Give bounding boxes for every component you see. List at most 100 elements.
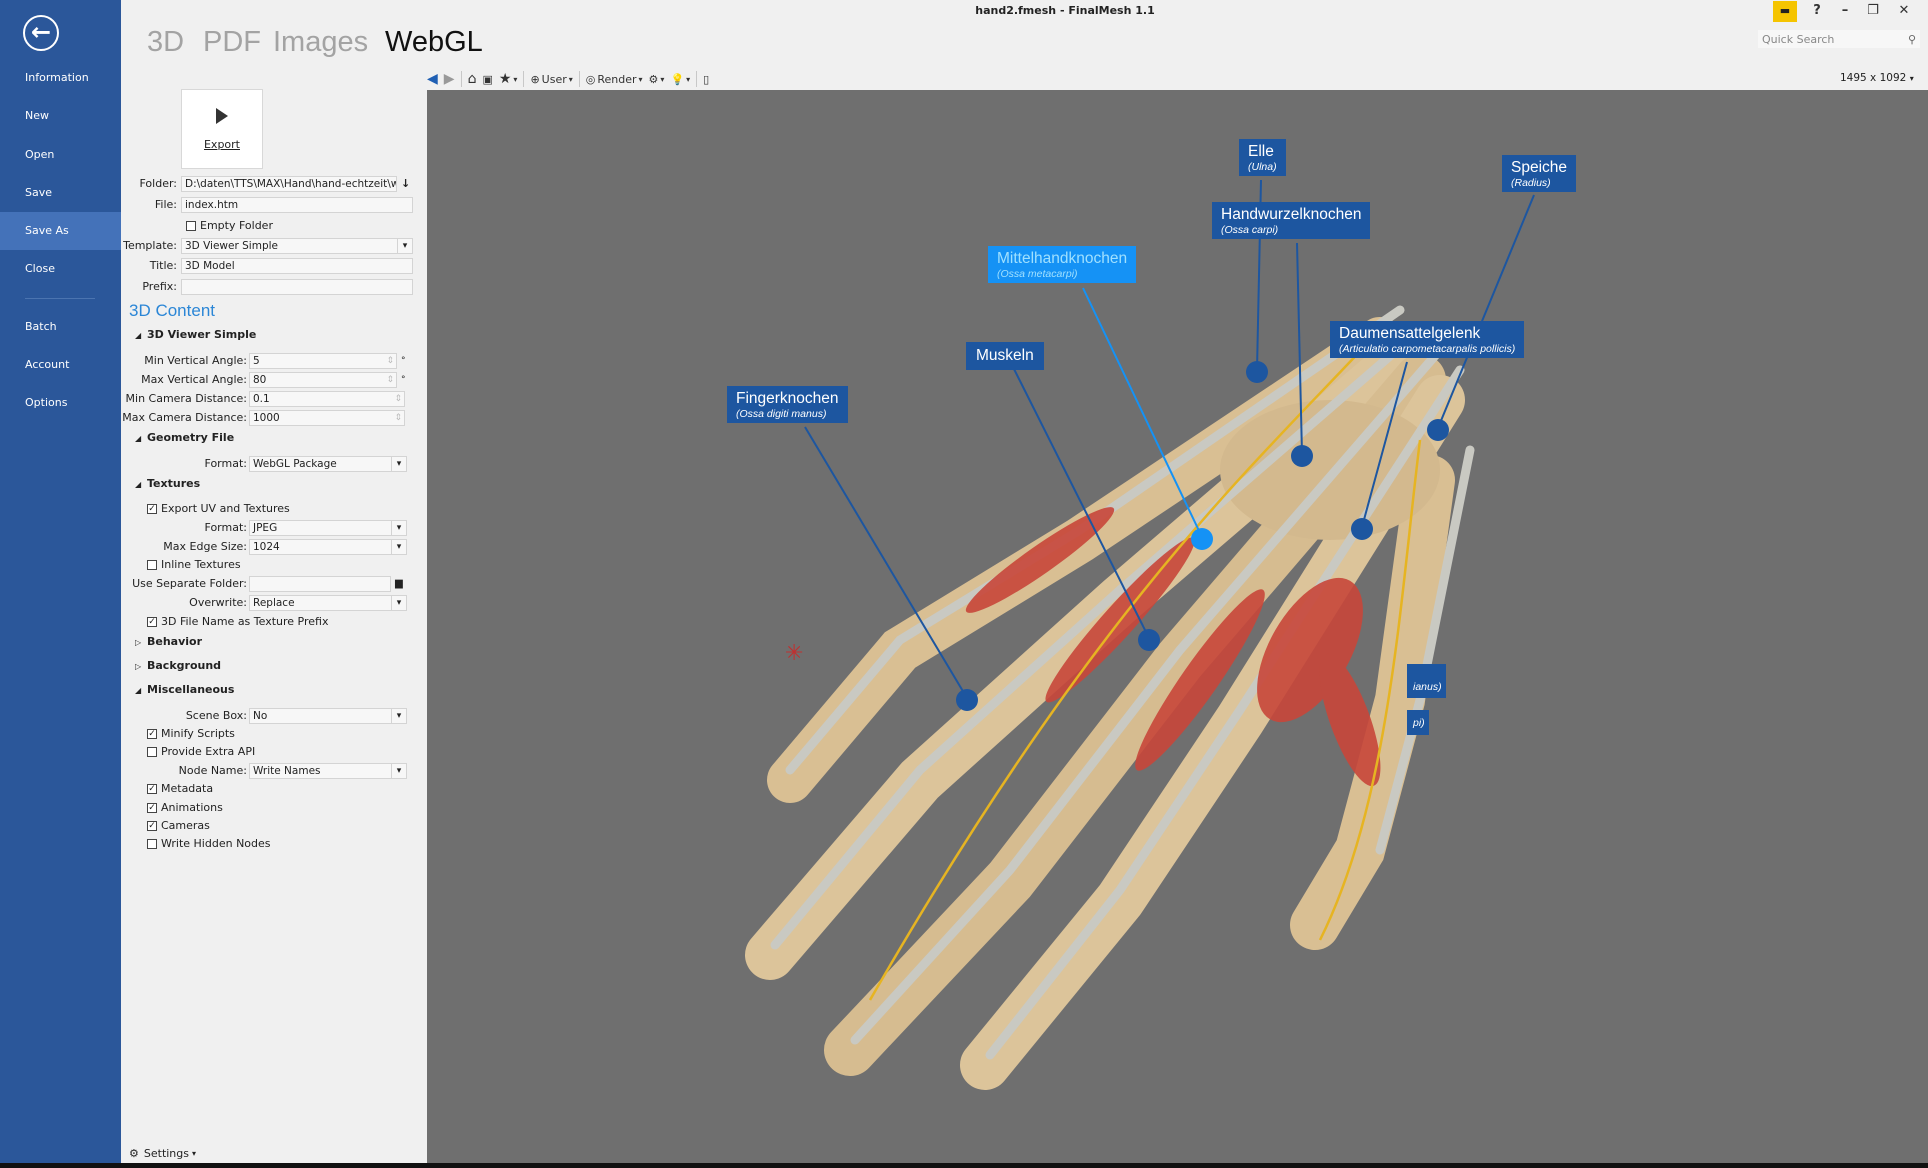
close-icon[interactable]: ✕ [1893, 3, 1915, 21]
help-icon[interactable]: ? [1806, 3, 1828, 21]
sidebar-item-label: Close [25, 262, 55, 275]
annotation-label-highlighted[interactable]: Mittelhandknochen (Ossa metacarpi) [988, 246, 1137, 283]
folder-input[interactable]: D:\daten\TTS\MAX\Hand\hand-echtzeit\wel [181, 175, 397, 192]
filmstrip-icon[interactable]: ▯ [703, 73, 709, 86]
play-icon [216, 108, 228, 124]
browse-down-arrow-icon[interactable]: ↓ [401, 177, 410, 190]
star-icon[interactable]: ★ ▾ [499, 71, 518, 87]
animations-checkbox[interactable]: ✓ [147, 802, 157, 813]
annotation-label[interactable]: Handwurzelknochen (Ossa carpi) [1212, 202, 1371, 239]
sidebar-item-account[interactable]: Account [0, 346, 121, 384]
section-heading-3d-content: 3D Content [129, 301, 215, 320]
tab-3d[interactable]: 3D [147, 26, 184, 59]
sphere-icon: ◎ [585, 72, 596, 86]
node-name-select[interactable]: Write Names [249, 762, 407, 779]
export-button[interactable]: Export [181, 89, 263, 169]
backstage-sidebar: ← Information New Open Save Save As Clos… [0, 0, 121, 1163]
hidden-nodes-label: Write Hidden Nodes [161, 837, 271, 850]
hand-model: ✳ [745, 179, 1535, 1090]
group-behavior[interactable]: ▷ Behavior [135, 635, 202, 648]
sidebar-item-new[interactable]: New [0, 97, 121, 135]
annotation-label[interactable]: Speiche (Radius) [1502, 155, 1577, 192]
cameras-checkbox[interactable]: ✓ [147, 820, 157, 831]
annotation-label-partial[interactable]: pi) [1407, 710, 1429, 735]
annotation-label[interactable]: Elle (Ulna) [1239, 139, 1286, 176]
unit-degree: ° [401, 355, 406, 366]
group-title: Miscellaneous [147, 683, 235, 696]
minimize-icon[interactable]: – [1834, 3, 1856, 21]
tab-images[interactable]: Images [273, 26, 368, 59]
sidebar-item-batch[interactable]: Batch [0, 308, 121, 346]
cameras-label: Cameras [161, 819, 210, 832]
sidebar-item-options[interactable]: Options [0, 384, 121, 422]
sidebar-item-label: Options [25, 396, 68, 409]
zoom-fit-icon[interactable]: ▣ [482, 73, 492, 86]
inline-textures-checkbox[interactable] [147, 559, 157, 570]
collapse-triangle-icon: ◢ [135, 686, 142, 695]
annotation-dot [1291, 445, 1313, 467]
sidebar-item-close[interactable]: Close [0, 250, 121, 288]
back-circle-icon[interactable]: ◀ [427, 71, 438, 87]
sidebar-item-save-as[interactable]: Save As [0, 212, 121, 250]
group-title: 3D Viewer Simple [147, 328, 257, 341]
template-select[interactable]: 3D Viewer Simple [181, 237, 413, 254]
max-camera-distance-input[interactable]: 1000 [249, 409, 405, 426]
resolution-dropdown[interactable]: 1495 x 1092 ▾ [1840, 72, 1914, 84]
group-miscellaneous[interactable]: ◢ Miscellaneous [135, 683, 234, 696]
annotation-title: Elle [1248, 143, 1274, 160]
separate-folder-input[interactable] [249, 575, 391, 592]
max-edge-size-select[interactable]: 1024 [249, 538, 407, 555]
user-camera-button[interactable]: ⊕ User ▾ [530, 73, 572, 86]
feedback-icon[interactable]: ▬ [1773, 1, 1797, 22]
annotation-dot [1351, 518, 1373, 540]
minify-scripts-checkbox[interactable]: ✓ [147, 728, 157, 739]
folder-icon[interactable]: ▆ [395, 578, 403, 589]
min-vertical-angle-input[interactable]: 5 [249, 352, 397, 369]
light-bulb-icon[interactable]: 💡 ▾ [670, 73, 690, 86]
settings-button[interactable]: ⚙ Settings ▾ [129, 1145, 196, 1162]
min-camera-distance-label: Min Camera Distance: [125, 392, 247, 405]
quick-search-input[interactable]: Quick Search ⚲ [1758, 30, 1920, 48]
tab-pdf[interactable]: PDF [203, 26, 261, 59]
annotation-subtitle: (Radius) [1511, 177, 1551, 189]
texture-prefix-checkbox[interactable]: ✓ [147, 616, 157, 627]
group-3d-viewer-simple[interactable]: ◢ 3D Viewer Simple [135, 328, 256, 341]
title-label: Title: [149, 259, 177, 272]
extra-api-checkbox[interactable] [147, 746, 157, 757]
export-uv-checkbox[interactable]: ✓ [147, 503, 157, 514]
annotation-label[interactable]: Fingerknochen (Ossa digiti manus) [727, 386, 848, 423]
restore-icon[interactable]: ❐ [1862, 3, 1884, 21]
render-button[interactable]: ◎ Render ▾ [586, 73, 643, 86]
home-icon[interactable]: ⌂ [468, 71, 477, 87]
min-camera-distance-input[interactable]: 0.1 [249, 390, 405, 407]
annotation-dot [1427, 419, 1449, 441]
hidden-nodes-checkbox[interactable] [147, 838, 157, 849]
annotation-label-partial[interactable]: ianus) [1407, 664, 1446, 698]
file-input[interactable]: index.htm [181, 196, 413, 213]
texture-format-select[interactable]: JPEG [249, 519, 407, 536]
tab-webgl[interactable]: WebGL [385, 26, 483, 59]
sidebar-item-save[interactable]: Save [0, 174, 121, 212]
group-geometry-file[interactable]: ◢ Geometry File [135, 431, 234, 444]
prefix-input[interactable] [181, 278, 413, 295]
overwrite-select[interactable]: Replace [249, 594, 407, 611]
metadata-checkbox[interactable]: ✓ [147, 783, 157, 794]
sidebar-item-information[interactable]: Information [0, 59, 121, 97]
settings-gear-icon[interactable]: ⚙ ▾ [649, 73, 665, 86]
back-arrow-icon[interactable]: ← [23, 15, 59, 51]
max-vertical-angle-input[interactable]: 80 [249, 371, 397, 388]
3d-viewport[interactable]: ✳ Elle (Ulna) Speiche (Radius) Handwurzelk… [427, 90, 1928, 1163]
geometry-format-select[interactable]: WebGL Package [249, 455, 407, 472]
annotation-title: Handwurzelknochen [1221, 206, 1362, 223]
sidebar-item-open[interactable]: Open [0, 136, 121, 174]
search-icon: ⚲ [1907, 32, 1916, 46]
scene-box-select[interactable]: No [249, 707, 407, 724]
empty-folder-checkbox[interactable] [186, 220, 196, 231]
sidebar-item-label: Save [25, 186, 53, 199]
group-textures[interactable]: ◢ Textures [135, 477, 200, 490]
forward-circle-icon[interactable]: ▶ [444, 71, 455, 87]
annotation-label[interactable]: Daumensattelgelenk (Articulatio carpometa… [1330, 321, 1525, 358]
group-background[interactable]: ▷ Background [135, 659, 221, 672]
annotation-label[interactable]: Muskeln [966, 342, 1044, 370]
title-input[interactable]: 3D Model [181, 257, 413, 274]
